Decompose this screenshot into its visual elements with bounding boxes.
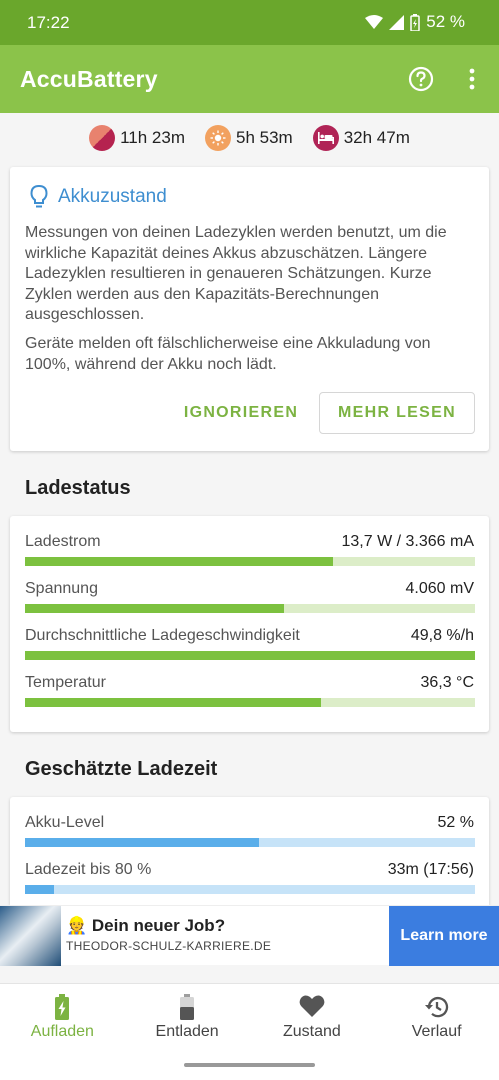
more-options-icon[interactable] (462, 67, 482, 93)
ignore-button[interactable]: IGNORIEREN (178, 392, 304, 434)
row-value: 33m (17:56) (387, 861, 474, 878)
voltage-bar (25, 604, 475, 613)
status-bar: 17:22 52 % (0, 0, 499, 45)
charge-time-title: Geschätzte Ladezeit (25, 758, 218, 780)
help-icon[interactable] (408, 66, 434, 92)
charge-status-card: Ladestrom 13,7 W / 3.366 mA Spannung 4.0… (10, 516, 489, 732)
row-label: Temperatur (25, 674, 106, 691)
row-value: 4.060 mV (405, 580, 474, 597)
avg-charge-speed-bar (25, 651, 475, 660)
nav-label: Zustand (282, 1023, 341, 1040)
charge-status-title: Ladestatus (25, 477, 131, 499)
signal-icon (389, 14, 405, 30)
battery-icon (180, 994, 195, 1020)
bar-fill (25, 557, 333, 566)
screen-off-icon (205, 125, 232, 151)
row-label: Akku-Level (25, 814, 105, 831)
charge-current-bar (25, 557, 475, 566)
deep-sleep-icon (312, 125, 339, 151)
ad-title[interactable]: 👷 Dein neuer Job? (66, 916, 225, 936)
battery-level-bar (25, 838, 475, 847)
row-value: 13,7 W / 3.366 mA (341, 533, 474, 550)
ad-url[interactable]: THEODOR-SCHULZ-KARRIERE.DE (66, 939, 271, 953)
row-label: Spannung (25, 580, 98, 597)
tip-card: Akkuzustand Messungen von deinen Ladezyk… (10, 167, 489, 451)
nav-label: Verlauf (411, 1023, 462, 1040)
summary-screen-off: 5h 53m (205, 125, 293, 151)
status-battery-percent: 52 % (426, 12, 465, 31)
row-value: 52 % (437, 814, 474, 831)
history-icon (424, 996, 448, 1018)
gesture-handle[interactable] (184, 1063, 315, 1067)
summary-value: 11h 23m (120, 128, 186, 147)
tip-title: Akkuzustand (58, 186, 167, 207)
row-label: Ladezeit bis 80 % (25, 861, 152, 878)
wifi-icon (365, 14, 384, 29)
nav-label: Entladen (155, 1023, 219, 1040)
battery-charging-status-icon (410, 13, 420, 31)
row-value: 49,8 %/h (410, 627, 474, 644)
lightbulb-icon (30, 184, 48, 208)
read-more-button[interactable]: MEHR LESEN (319, 392, 475, 434)
nav-item-discharging[interactable]: Entladen (125, 984, 250, 1053)
bar-fill (25, 604, 285, 613)
battery-charging-icon (55, 994, 70, 1020)
nav-item-health[interactable]: Zustand (250, 984, 375, 1053)
summary-deep-sleep: 32h 47m (312, 125, 410, 151)
heart-icon (299, 995, 325, 1017)
summary-screen-on: 11h 23m (89, 125, 185, 151)
app-title: AccuBattery (20, 66, 158, 92)
app-bar: AccuBattery (0, 45, 499, 113)
usage-summary: 11h 23m 5h 53m 32h 47m (0, 120, 499, 156)
bar-fill (25, 838, 259, 847)
screen-on-icon (89, 125, 116, 151)
ad-title-text: Dein neuer Job? (91, 916, 226, 935)
row-label: Ladestrom (25, 533, 101, 550)
row-value: 36,3 °C (420, 674, 474, 691)
nav-label: Aufladen (30, 1023, 94, 1040)
summary-value: 5h 53m (236, 128, 293, 147)
ad-image[interactable] (0, 906, 61, 966)
charge-time-card: Akku-Level 52 % Ladezeit bis 80 % 33m (1… (10, 797, 489, 905)
status-time: 17:22 (27, 13, 70, 32)
nav-item-history[interactable]: Verlauf (374, 984, 499, 1053)
time-to-80-bar (25, 885, 475, 894)
tip-paragraph-1: Messungen von deinen Ladezyklen werden b… (25, 224, 447, 323)
worker-emoji-icon: 👷 (66, 916, 92, 935)
tip-paragraph-2: Geräte melden oft fälschlicherweise eine… (25, 335, 431, 373)
row-label: Durchschnittliche Ladegeschwindigkeit (25, 627, 300, 644)
bar-fill (25, 885, 55, 894)
summary-value: 32h 47m (343, 128, 410, 147)
learn-more-button[interactable]: Learn more (389, 906, 499, 966)
nav-item-charging[interactable]: Aufladen (0, 984, 125, 1053)
bottom-navigation: Aufladen Entladen Zustand Verlauf (0, 983, 499, 1053)
bar-fill (25, 698, 322, 707)
bar-fill (25, 651, 475, 660)
ad-banner[interactable]: 👷 Dein neuer Job? THEODOR-SCHULZ-KARRIER… (0, 905, 499, 966)
temperature-bar (25, 698, 475, 707)
